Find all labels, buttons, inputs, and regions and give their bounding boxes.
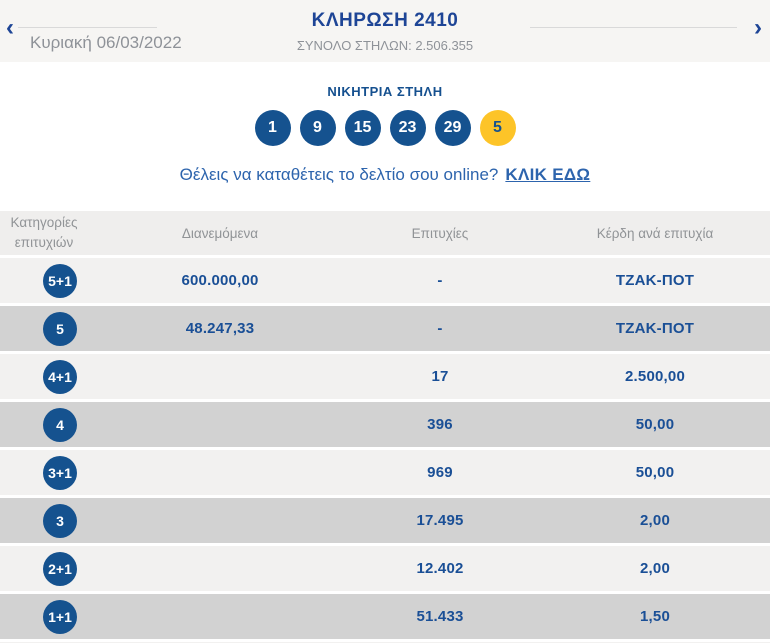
winnings-cell: ΤΖΑΚ-ΠΟΤ bbox=[615, 272, 695, 289]
next-draw-arrow-icon[interactable]: › bbox=[754, 16, 762, 40]
winnings-cell: 2,00 bbox=[640, 560, 670, 577]
category-badge: 4+1 bbox=[43, 359, 77, 394]
category-badge: 3 bbox=[43, 503, 77, 538]
category-cell: 2+1 bbox=[43, 551, 77, 586]
draw-title: ΚΛΗΡΩΣΗ 2410 bbox=[311, 10, 459, 31]
winning-number-ball: 1 bbox=[254, 110, 291, 146]
successes-cell: 17.495 bbox=[416, 512, 464, 529]
prize-table-row: 5+1 600.000,00 - ΤΖΑΚ-ΠΟΤ bbox=[0, 258, 770, 303]
category-badge: 1+1 bbox=[43, 599, 77, 634]
category-badge: 4 bbox=[43, 407, 77, 442]
prize-table-row: 3+1 969 50,00 bbox=[0, 450, 770, 495]
category-badge: 3+1 bbox=[43, 455, 77, 490]
winning-number-ball: 29 bbox=[434, 110, 471, 146]
winnings-cell: 2,00 bbox=[640, 512, 670, 529]
category-badge: 5 bbox=[43, 311, 77, 346]
winnings-cell: 1,50 bbox=[640, 608, 670, 625]
category-badge: 5+1 bbox=[43, 263, 77, 298]
prize-table-row: 2+1 12.402 2,00 bbox=[0, 546, 770, 591]
header-successes: Επιτυχίες bbox=[411, 225, 469, 241]
successes-cell: 396 bbox=[427, 416, 453, 433]
winning-number-ball: 15 bbox=[344, 110, 381, 146]
header-winnings: Κέρδη ανά επιτυχία bbox=[596, 225, 714, 241]
prize-table-row: 3 17.495 2,00 bbox=[0, 498, 770, 543]
divider-line bbox=[530, 27, 737, 28]
winnings-cell: 50,00 bbox=[635, 416, 675, 433]
category-cell: 4+1 bbox=[43, 359, 77, 394]
distributed-cell: 48.247,33 bbox=[185, 320, 255, 337]
draw-title-block: ΚΛΗΡΩΣΗ 2410 ΣΥΝΟΛΟ ΣΤΗΛΩΝ: 2.506.355 bbox=[0, 10, 770, 53]
category-cell: 5 bbox=[43, 311, 77, 346]
prize-table-row: 4+1 17 2.500,00 bbox=[0, 354, 770, 399]
successes-cell: 17 bbox=[431, 368, 449, 385]
prize-table-row: 1+1 51.433 1,50 bbox=[0, 594, 770, 639]
category-cell: 4 bbox=[43, 407, 77, 442]
prize-table: Κατηγορίες επιτυχιών Διανεμόμενα Επιτυχί… bbox=[0, 211, 770, 643]
winnings-cell: ΤΖΑΚ-ΠΟΤ bbox=[615, 320, 695, 337]
prize-table-row: 5 48.247,33 - ΤΖΑΚ-ΠΟΤ bbox=[0, 306, 770, 351]
distributed-cell: 600.000,00 bbox=[181, 272, 259, 289]
category-cell: 3+1 bbox=[43, 455, 77, 490]
successes-cell: 51.433 bbox=[416, 608, 464, 625]
bonus-number-ball: 5 bbox=[479, 110, 516, 146]
category-cell: 1+1 bbox=[43, 599, 77, 634]
successes-cell: - bbox=[437, 272, 443, 289]
successes-cell: 969 bbox=[427, 464, 453, 481]
total-columns: ΣΥΝΟΛΟ ΣΤΗΛΩΝ: 2.506.355 bbox=[296, 38, 474, 53]
draw-header: ‹ Κυριακή 06/03/2022 ΚΛΗΡΩΣΗ 2410 ΣΥΝΟΛΟ… bbox=[0, 0, 770, 62]
table-body: 5+1 600.000,00 - ΤΖΑΚ-ΠΟΤ 5 48.247,33 - ΤΖΑΚ-ΠΟ… bbox=[0, 258, 770, 639]
successes-cell: 12.402 bbox=[416, 560, 464, 577]
winnings-cell: 2.500,00 bbox=[625, 368, 685, 385]
winning-column-label: ΝΙΚΗΤΡΙΑ ΣΤΗΛΗ bbox=[327, 84, 443, 99]
category-cell: 5+1 bbox=[43, 263, 77, 298]
winning-number-ball: 23 bbox=[389, 110, 426, 146]
winnings-cell: 50,00 bbox=[635, 464, 675, 481]
prize-table-row: 4 396 50,00 bbox=[0, 402, 770, 447]
cta-click-here-link[interactable]: ΚΛΙΚ ΕΔΩ bbox=[505, 165, 590, 184]
cta-line: Θέλεις να καταθέτεις το δελτίο σου onlin… bbox=[0, 165, 770, 185]
winning-numbers: 1 9 15 23 29 5 bbox=[0, 110, 770, 146]
winning-number-ball: 9 bbox=[299, 110, 336, 146]
header-distributed: Διανεμόμενα bbox=[181, 225, 259, 241]
successes-cell: - bbox=[437, 320, 443, 337]
category-cell: 3 bbox=[43, 503, 77, 538]
category-badge: 2+1 bbox=[43, 551, 77, 586]
cta-question: Θέλεις να καταθέτεις το δελτίο σου onlin… bbox=[179, 165, 499, 184]
prize-table-header: Κατηγορίες επιτυχιών Διανεμόμενα Επιτυχί… bbox=[0, 211, 770, 255]
header-categories: Κατηγορίες επιτυχιών bbox=[10, 214, 78, 250]
